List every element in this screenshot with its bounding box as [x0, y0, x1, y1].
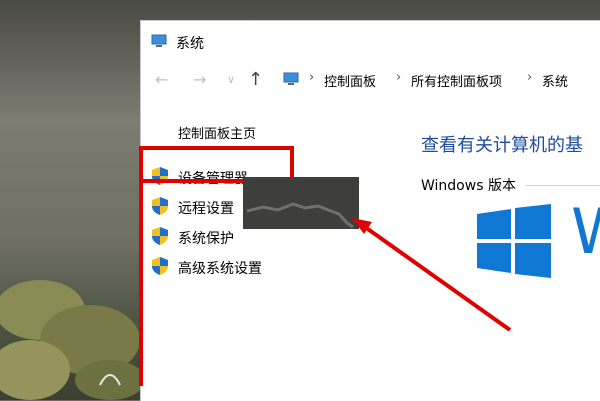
obscuring-overlay [243, 177, 359, 229]
system-window: 系统 ← → ∨ ↑ › 控制面板 › 所有控制面板项 › 系统 控制面板主页 … [140, 20, 600, 401]
uac-shield-icon [152, 257, 168, 275]
breadcrumb-separator-icon: › [309, 70, 315, 85]
overlay-sparkline [246, 202, 354, 229]
foliage-decoration [0, 280, 145, 400]
control-panel-home-link[interactable]: 控制面板主页 [178, 123, 256, 142]
breadcrumb-system[interactable]: 系统 [542, 71, 568, 90]
computer-icon [151, 34, 167, 47]
windows-edition-label: Windows 版本 [421, 178, 516, 194]
breadcrumb-separator-icon: › [396, 70, 402, 85]
breadcrumb-all-items[interactable]: 所有控制面板项 [411, 71, 502, 90]
forward-arrow-icon[interactable]: → [193, 66, 206, 94]
windows-logo-icon [477, 204, 551, 278]
breadcrumb-separator-icon: › [527, 70, 533, 85]
annotation-highlight-edge [139, 146, 143, 386]
page-heading: 查看有关计算机的基 [421, 135, 583, 156]
uac-shield-icon [152, 197, 168, 215]
sidebar-item-label: 远程设置 [178, 201, 234, 217]
control-panel-icon [283, 72, 299, 85]
navigation-bar: ← → ∨ ↑ › 控制面板 › 所有控制面板项 › 系统 [141, 66, 600, 94]
breadcrumb-control-panel[interactable]: 控制面板 [324, 71, 376, 90]
up-arrow-icon[interactable]: ↑ [248, 66, 263, 94]
sidebar-item-label: 高级系统设置 [178, 261, 262, 277]
back-arrow-icon[interactable]: ← [155, 66, 168, 94]
title-bar: 系统 [141, 21, 600, 59]
sidebar-item-label: 系统保护 [178, 231, 234, 247]
window-title: 系统 [176, 36, 204, 52]
recent-locations-chevron-icon[interactable]: ∨ [227, 66, 235, 94]
section-divider [526, 185, 600, 186]
uac-shield-icon [152, 227, 168, 245]
windows-wordmark: W [571, 201, 600, 263]
